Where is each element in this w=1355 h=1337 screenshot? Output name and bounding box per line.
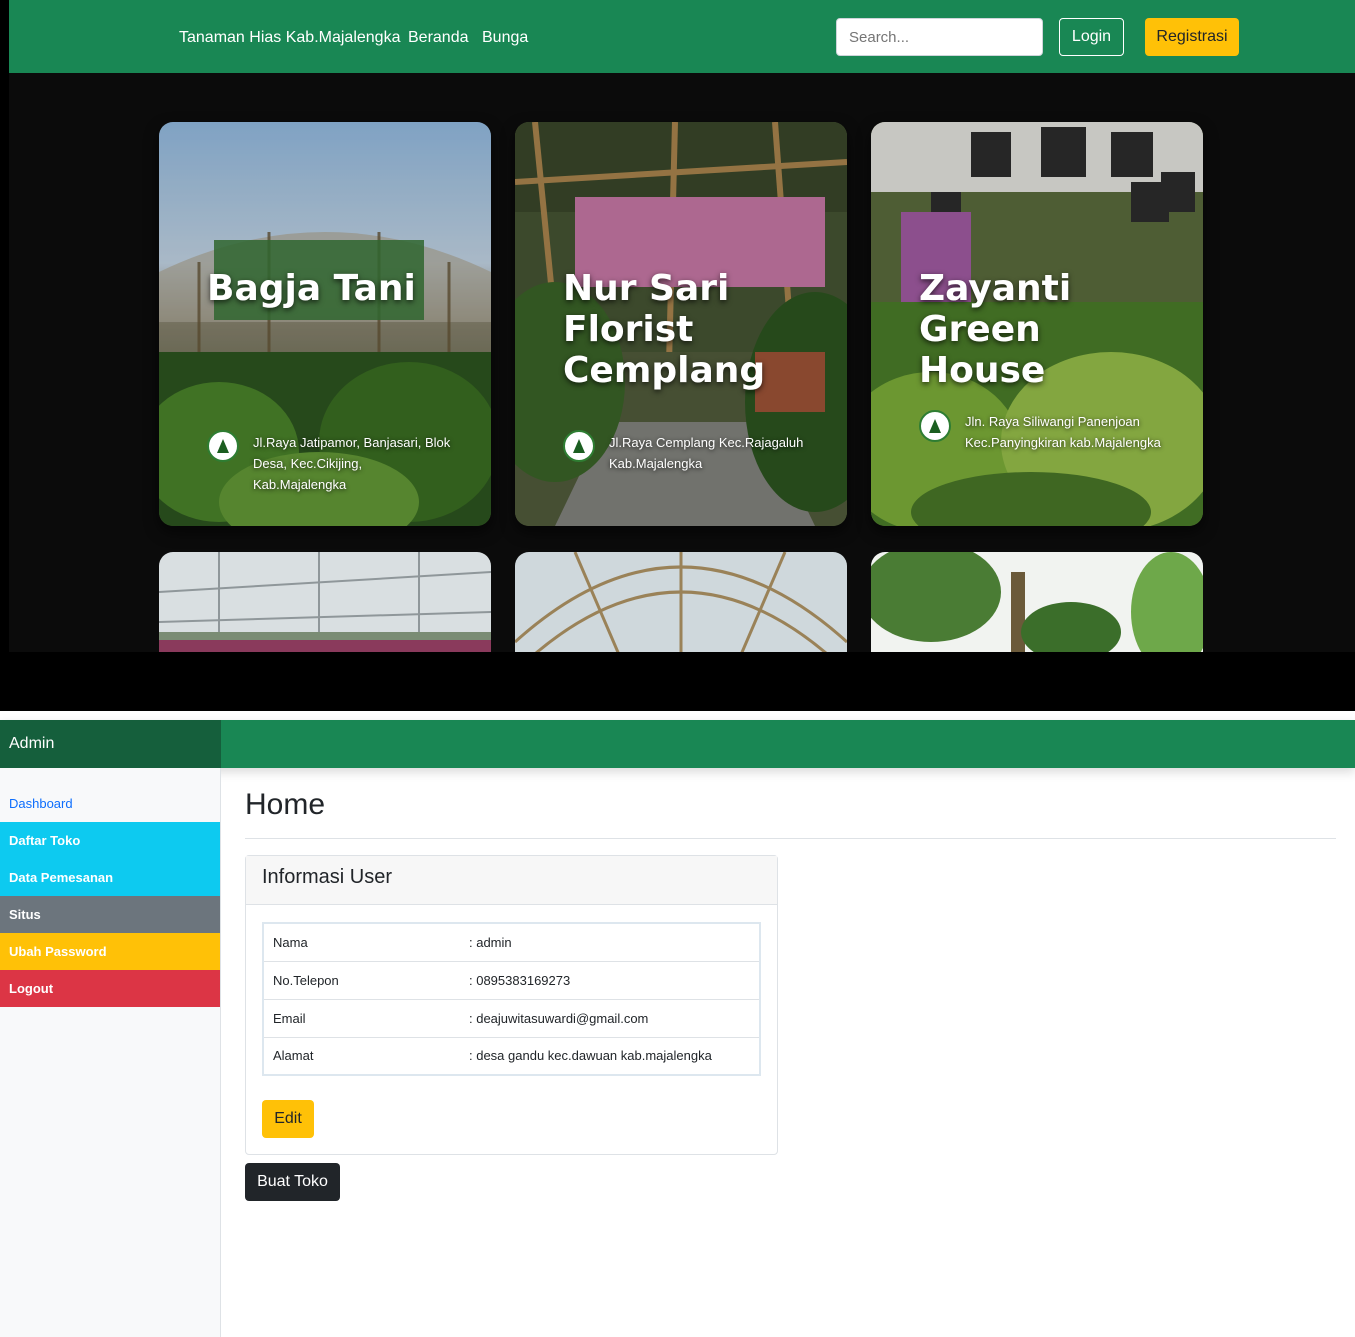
page-title: Home [245,788,326,821]
brand-link[interactable]: Tanaman Hias Kab.Majalengka [179,29,400,47]
info-value: : deajuwitasuwardi@gmail.com [460,998,760,1037]
majalengka-logo-icon [919,410,951,442]
admin-brand[interactable]: Admin [0,720,221,768]
majalengka-logo-icon [563,430,595,462]
shop-card-grid: Bagja Tani Jl.Raya Jatipamor, Banjasari,… [9,73,1355,652]
table-row: Nama : admin [263,923,760,961]
sidebar-item-ubah-password[interactable]: Ubah Password [0,933,220,970]
info-label: Nama [273,934,308,950]
table-row: No.Telepon : 0895383169273 [263,960,760,999]
shop-photo [871,552,1203,652]
info-label: No.Telepon [263,960,460,999]
sidebar-item-data-pemesanan[interactable]: Data Pemesanan [0,859,220,896]
divider [245,838,1336,839]
info-value: : desa gandu kec.dawuan kab.majalengka [460,1036,760,1075]
panel-title: Informasi User [246,856,777,905]
user-info-panel: Informasi User Nama : admin No.Telepon :… [245,855,778,1155]
shop-card-bagja-tani[interactable]: Bagja Tani Jl.Raya Jatipamor, Banjasari,… [159,122,491,526]
shop-card-nur-sari[interactable]: Nur Sari Florist Cemplang Jl.Raya Cempla… [515,122,847,526]
create-shop-button[interactable]: Buat Toko [245,1163,340,1201]
shop-title: Nur Sari Florist Cemplang [563,268,766,391]
user-info-table: Nama : admin No.Telepon : 0895383169273 … [262,922,761,1076]
info-value: : 0895383169273 [460,960,760,999]
shop-title: Zayanti Green House [919,268,1072,391]
register-button[interactable]: Registrasi [1145,18,1239,56]
public-navbar: Tanaman Hias Kab.Majalengka Beranda Bung… [9,0,1355,73]
info-label: Alamat [263,1036,460,1075]
shop-address: Jl.Raya Jatipamor, Banjasari, Blok Desa,… [253,435,451,492]
admin-page: Admin Dashboard Daftar Toko Data Pemesan… [0,711,1355,1337]
sidebar-item-situs[interactable]: Situs [0,896,220,933]
shop-card-zayanti[interactable]: Zayanti Green House Jln. Raya Siliwangi … [871,122,1203,526]
info-label: Email [263,998,460,1037]
search-input[interactable] [836,18,1043,56]
shop-address: Jln. Raya Siliwangi Panenjoan Kec.Panyin… [965,414,1161,450]
shop-photo [515,552,847,652]
sidebar-item-logout[interactable]: Logout [0,970,220,1007]
shop-title: Bagja Tani [207,268,416,309]
shop-card-partial-2[interactable] [515,552,847,652]
shop-card-partial-3[interactable] [871,552,1203,652]
edit-button[interactable]: Edit [262,1100,314,1138]
nav-beranda-link[interactable]: Beranda [408,29,469,47]
admin-sidebar: Dashboard Daftar Toko Data Pemesanan Sit… [0,768,221,1337]
majalengka-logo-icon [207,430,239,462]
table-row: Email : deajuwitasuwardi@gmail.com [263,998,760,1037]
sidebar-item-dashboard[interactable]: Dashboard [0,785,220,822]
table-row: Alamat : desa gandu kec.dawuan kab.majal… [263,1036,760,1075]
shop-address: Jl.Raya Cemplang Kec.Rajagaluh Kab.Majal… [609,435,804,471]
info-value: : admin [469,934,512,950]
login-button[interactable]: Login [1059,18,1124,56]
sidebar-item-daftar-toko[interactable]: Daftar Toko [0,822,220,859]
nav-bunga-link[interactable]: Bunga [482,29,528,47]
shop-photo [159,552,491,652]
admin-topbar: Admin [0,720,1355,768]
public-page: Tanaman Hias Kab.Majalengka Beranda Bung… [0,0,1355,711]
shop-card-partial-1[interactable] [159,552,491,652]
